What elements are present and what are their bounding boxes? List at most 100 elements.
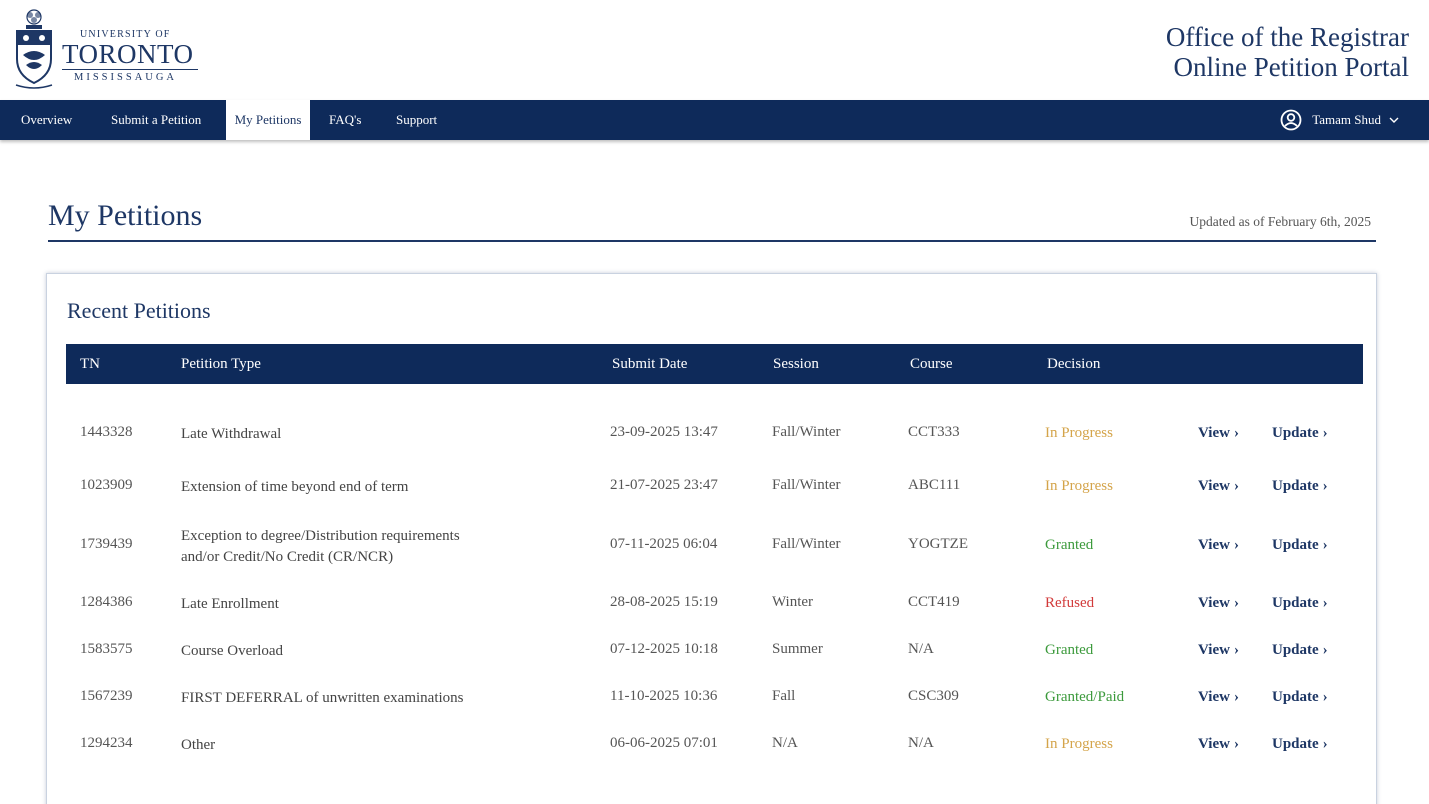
update-button[interactable]: Update › [1272,478,1328,495]
cell-submit-date: 21-07-2025 23:47 [610,477,718,493]
cell-course: ABC111 [908,477,961,493]
portal-title: Office of the Registrar Online Petition … [1166,22,1409,82]
cell-tn: 1443328 [80,424,133,440]
logo-toronto: TORONTO [62,39,194,69]
chevron-right-icon: › [1322,689,1328,705]
nav-my-petitions[interactable]: My Petitions [226,100,310,140]
chevron-right-icon: › [1322,537,1328,553]
cell-course: CCT333 [908,424,960,440]
recent-petitions-card: Recent Petitions TN Petition Type Submit… [46,273,1377,804]
cell-session: Fall [772,688,796,704]
cell-tn: 1294234 [80,735,133,751]
update-button[interactable]: Update › [1272,642,1328,659]
cell-session: N/A [772,735,798,751]
cell-session: Fall/Winter [772,477,841,493]
table-row: 1294234 Other 06-06-2025 07:01 N/A N/A In Pro… [66,735,1363,757]
cell-session: Summer [772,641,823,657]
view-button-label: View [1198,537,1230,553]
cell-submit-date: 11-10-2025 10:36 [610,688,718,704]
nav-faqs[interactable]: FAQ's [329,100,361,140]
cell-petition-type: Late Enrollment [181,596,279,612]
table-row: 1739439 Exception to degree/Distribution … [66,526,1363,568]
cell-petition-type: Exception to degree/Distribution require… [181,528,460,544]
cell-submit-date: 07-11-2025 06:04 [610,536,718,552]
nav-submit-petition[interactable]: Submit a Petition [111,100,201,140]
col-course: Course [910,356,953,372]
chevron-right-icon: › [1233,478,1239,494]
update-button[interactable]: Update › [1272,537,1328,554]
cell-submit-date: 07-12-2025 10:18 [610,641,718,657]
cell-decision: Granted/Paid [1045,689,1125,705]
view-button-label: View [1198,689,1230,705]
view-button[interactable]: View › [1198,689,1239,706]
update-button[interactable]: Update › [1272,689,1328,706]
update-button[interactable]: Update › [1272,425,1328,442]
update-button-label: Update [1272,478,1319,494]
cell-course: N/A [908,735,934,751]
view-button[interactable]: View › [1198,425,1239,442]
chevron-down-icon [1389,117,1399,123]
table-row: 1284386 Late Enrollment 28-08-2025 15:19 Wi… [66,594,1363,616]
cell-petition-type: Course Overload [181,643,284,659]
cell-course: N/A [908,641,934,657]
cell-petition-type-line2: and/or Credit/No Credit (CR/NCR) [181,549,394,565]
cell-tn: 1583575 [80,641,133,657]
logo-divider [62,69,198,70]
update-button-label: Update [1272,425,1319,441]
cell-submit-date: 06-06-2025 07:01 [610,735,718,751]
cell-decision: In Progress [1045,736,1113,752]
main-nav: Overview Submit a Petition My Petitions … [0,100,1429,140]
view-button-label: View [1198,595,1230,611]
update-button[interactable]: Update › [1272,736,1328,753]
view-button-label: View [1198,736,1230,752]
nav-support[interactable]: Support [396,100,437,140]
cell-session: Fall/Winter [772,424,841,440]
cell-session: Fall/Winter [772,536,841,552]
table-row: 1567239 FIRST DEFERRAL of unwritten exami… [66,688,1363,710]
view-button[interactable]: View › [1198,642,1239,659]
table-row: 1443328 Late Withdrawal 23-09-2025 13:47 Fa… [66,424,1363,446]
update-button[interactable]: Update › [1272,595,1328,612]
update-button-label: Update [1272,642,1319,658]
view-button[interactable]: View › [1198,595,1239,612]
cell-petition-type: Late Withdrawal [181,426,282,442]
chevron-right-icon: › [1322,736,1328,752]
cell-petition-type: Other [181,737,216,753]
col-tn: TN [80,356,100,372]
chevron-right-icon: › [1233,537,1239,553]
updated-date: Updated as of February 6th, 2025 [1189,214,1371,229]
chevron-right-icon: › [1233,425,1239,441]
cell-submit-date: 23-09-2025 13:47 [610,424,718,440]
user-name: Tamam Shud [1312,112,1381,127]
cell-decision: Refused [1045,595,1095,611]
cell-tn: 1023909 [80,477,133,493]
chevron-right-icon: › [1233,689,1239,705]
view-button[interactable]: View › [1198,537,1239,554]
nav-overview[interactable]: Overview [21,100,72,140]
cell-decision: In Progress [1045,425,1113,441]
cell-decision: In Progress [1045,478,1113,494]
table-row: 1023909 Extension of time beyond end of t… [66,477,1363,499]
chevron-right-icon: › [1322,425,1328,441]
view-button-label: View [1198,642,1230,658]
cell-course: YOGTZE [908,536,968,552]
university-logo[interactable]: UNIVERSITY OF TORONTO MISSISSAUGA [14,7,204,91]
view-button-label: View [1198,425,1230,441]
chevron-right-icon: › [1322,595,1328,611]
update-button-label: Update [1272,736,1319,752]
portal-title-line1: Office of the Registrar [1165,22,1409,52]
portal-title-line2: Online Petition Portal [1173,52,1410,82]
title-divider [48,240,1376,242]
chevron-right-icon: › [1322,478,1328,494]
view-button-label: View [1198,478,1230,494]
table-row: 1583575 Course Overload 07-12-2025 10:18 Su… [66,641,1363,663]
cell-decision: Granted [1045,537,1094,553]
page-title: My Petitions [48,199,203,232]
chevron-right-icon: › [1322,642,1328,658]
user-menu[interactable]: Tamam Shud [1280,100,1409,140]
view-button[interactable]: View › [1198,478,1239,495]
site-header: UNIVERSITY OF TORONTO MISSISSAUGA Office… [0,0,1429,100]
col-petition-type: Petition Type [181,356,261,372]
view-button[interactable]: View › [1198,736,1239,753]
col-session: Session [773,356,819,372]
